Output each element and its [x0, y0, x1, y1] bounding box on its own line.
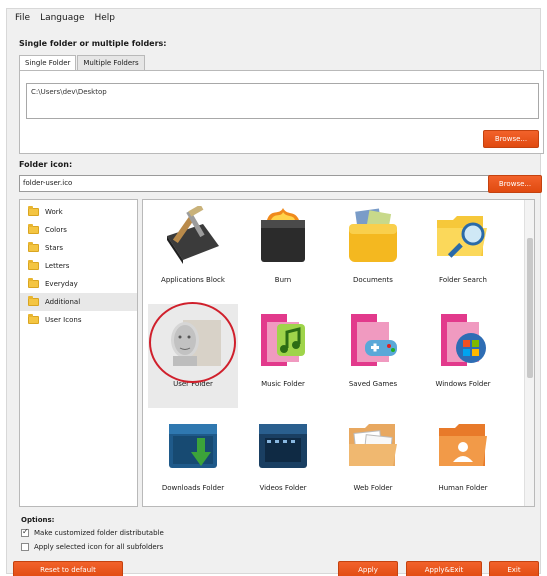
icon-label: Folder Search	[439, 276, 487, 284]
icon-cell-human-folder[interactable]: Human Folder	[418, 408, 508, 506]
folder-icon	[28, 260, 39, 270]
web-folder-icon	[349, 424, 397, 466]
folder-search-icon	[437, 216, 487, 258]
folder-icon	[28, 314, 39, 324]
exit-button[interactable]: Exit	[489, 561, 539, 576]
folder-mode-tabs: Single Folder Multiple Folders	[19, 55, 146, 71]
apply-button[interactable]: Apply	[338, 561, 398, 576]
menu-bar: File Language Help	[15, 13, 115, 29]
menu-language[interactable]: Language	[40, 13, 84, 29]
icon-cell-web-folder[interactable]: Web Folder	[328, 408, 418, 506]
icon-label: Web Folder	[353, 484, 393, 492]
folder-icon	[28, 296, 39, 306]
folder-path-field[interactable]: C:\Users\dev\Desktop	[26, 83, 539, 119]
icon-label: Burn	[274, 276, 292, 284]
icon-cell-downloads-folder[interactable]: Downloads Folder	[148, 408, 238, 506]
icon-cell-documents[interactable]: Documents	[328, 200, 418, 304]
videos-folder-icon	[259, 424, 307, 468]
downloads-folder-icon	[169, 424, 217, 468]
icon-browse-button[interactable]: Browse...	[488, 175, 542, 193]
folder-icon	[28, 224, 39, 234]
icon-cell-applications-block[interactable]: Applications Block	[148, 200, 238, 304]
checkbox-apply-subfolders[interactable]	[21, 543, 29, 551]
icon-grid-scrollbar[interactable]	[524, 200, 534, 506]
icon-path-field[interactable]: folder-user.ico	[19, 175, 490, 192]
category-item-additional[interactable]: Additional	[20, 293, 137, 311]
icon-label: Human Folder	[438, 484, 488, 492]
burn-folder-icon	[261, 208, 305, 262]
documents-folder-icon	[349, 208, 397, 262]
icon-label: Downloads Folder	[161, 484, 225, 492]
human-folder-icon	[439, 424, 487, 466]
windows-folder-icon	[441, 314, 486, 366]
icon-section-label: Folder icon:	[19, 160, 73, 169]
folder-icon	[28, 278, 39, 288]
checkbox-distributable[interactable]	[21, 527, 29, 537]
options-label: Options:	[21, 516, 55, 524]
tab-multiple-folders[interactable]: Multiple Folders	[77, 55, 145, 70]
category-item-colors[interactable]: Colors	[20, 221, 137, 239]
apply-exit-button[interactable]: Apply&Exit	[406, 561, 482, 576]
category-item-work[interactable]: Work	[20, 203, 137, 221]
saved-games-folder-icon	[351, 314, 397, 366]
icon-label: Saved Games	[348, 380, 398, 388]
folder-browse-button[interactable]: Browse...	[483, 130, 539, 148]
category-item-everyday[interactable]: Everyday	[20, 275, 137, 293]
icon-cell-folder-search[interactable]: Folder Search	[418, 200, 508, 304]
icon-cell-videos-folder[interactable]: Videos Folder	[238, 408, 328, 506]
category-item-stars[interactable]: Stars	[20, 239, 137, 257]
icon-label: Music Folder	[261, 380, 305, 388]
music-folder-icon	[261, 314, 305, 366]
icon-cell-saved-games[interactable]: Saved Games	[328, 304, 418, 408]
category-item-user-icons[interactable]: User Icons	[20, 311, 137, 329]
tab-single-folder[interactable]: Single Folder	[19, 55, 77, 71]
menu-help[interactable]: Help	[94, 13, 115, 29]
category-list: Work Colors Stars Letters Everyday Addit…	[19, 199, 138, 507]
menu-file[interactable]: File	[15, 13, 30, 29]
icon-label: Videos Folder	[259, 484, 307, 492]
icon-label: Applications Block	[161, 276, 225, 284]
reset-default-button[interactable]: Reset to default	[13, 561, 123, 576]
option-distributable[interactable]: Make customized folder distributable	[21, 527, 164, 537]
app-window: File Language Help Single folder or mult…	[6, 8, 544, 576]
option-apply-subfolders[interactable]: Apply selected icon for all subfolders	[21, 543, 163, 551]
tools-folder-icon	[167, 206, 219, 264]
folder-icon	[28, 242, 39, 252]
scrollbar-thumb[interactable]	[527, 238, 533, 378]
single-folder-panel: C:\Users\dev\Desktop Browse...	[19, 70, 544, 154]
icon-label: Documents	[353, 276, 393, 284]
icon-cell-music-folder[interactable]: Music Folder	[238, 304, 328, 408]
icon-label: Windows Folder	[435, 380, 491, 388]
highlight-circle	[149, 302, 236, 383]
icon-cell-windows-folder[interactable]: Windows Folder	[418, 304, 508, 408]
folder-section-label: Single folder or multiple folders:	[19, 39, 167, 48]
icon-cell-burn[interactable]: Burn	[238, 200, 328, 304]
category-item-letters[interactable]: Letters	[20, 257, 137, 275]
folder-icon	[28, 206, 39, 216]
